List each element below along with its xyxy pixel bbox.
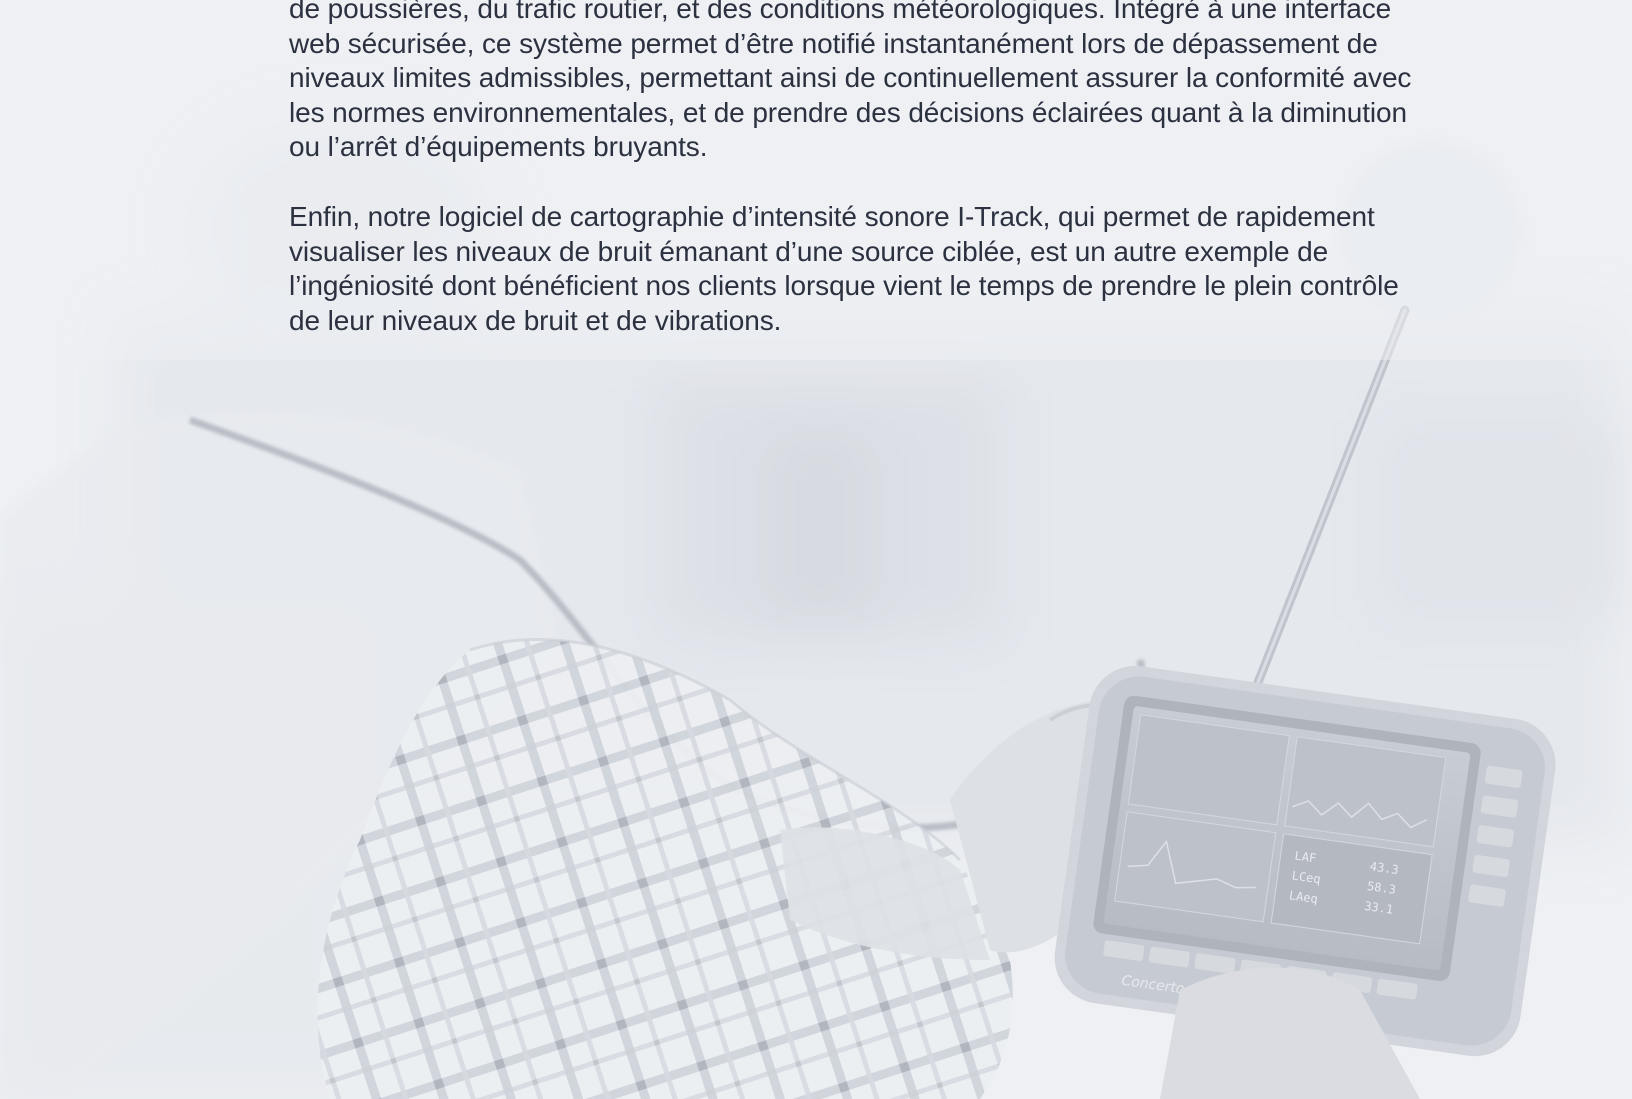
article-paragraph: Enfin, notre logiciel de cartographie d’… bbox=[289, 200, 1399, 336]
article-body: de poussières, du trafic routier, et des… bbox=[289, 0, 1419, 338]
article-paragraph: de poussières, du trafic routier, et des… bbox=[289, 0, 1412, 163]
